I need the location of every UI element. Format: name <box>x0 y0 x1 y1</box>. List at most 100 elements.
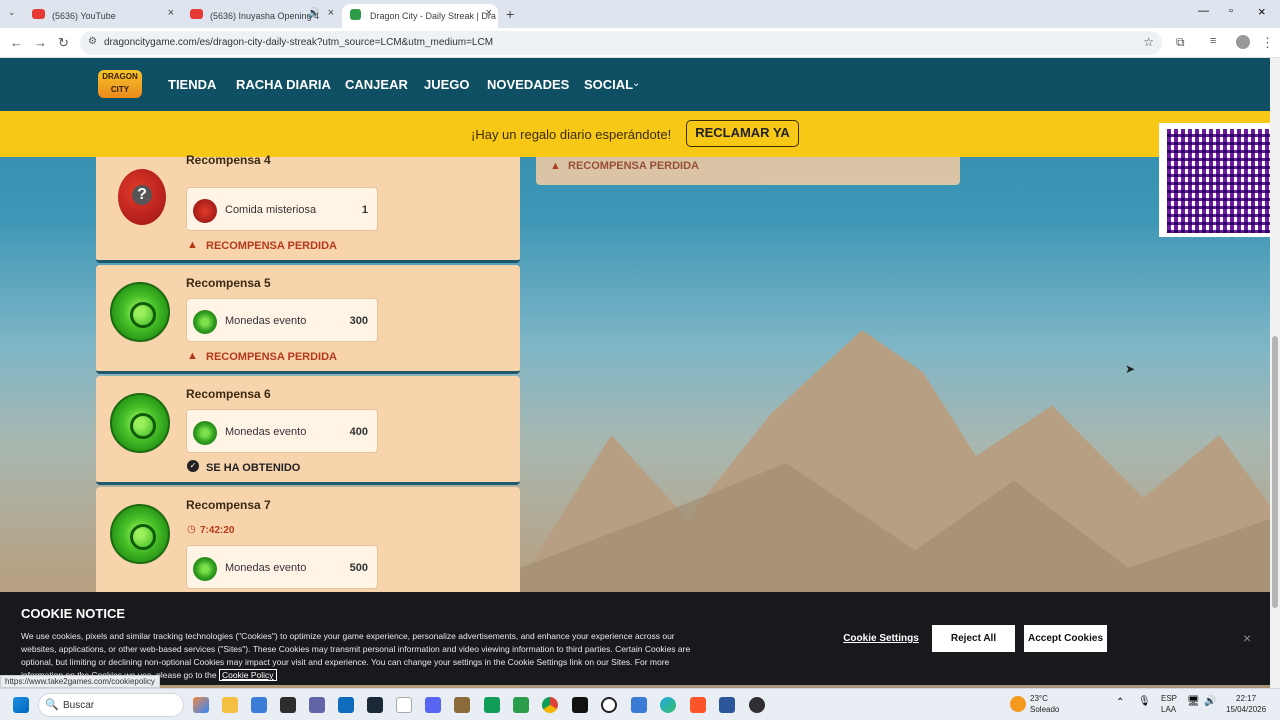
microphone-icon[interactable]: 🎙 <box>1138 696 1151 707</box>
reward-item-qty: 300 <box>349 315 368 327</box>
reward-title: Recompensa 4 <box>186 153 271 167</box>
obs-icon[interactable] <box>749 697 765 713</box>
gamepass-icon[interactable] <box>513 697 529 713</box>
clock-date[interactable]: 15/04/2026 <box>1226 705 1266 714</box>
reject-all-button[interactable]: Reject All <box>932 625 1015 652</box>
reward-title: Recompensa 5 <box>186 276 271 290</box>
windows-taskbar: 🔍 Buscar 23°C Soleado ⌃ 🎙 ESP LAA 🖥 🔊 22… <box>0 688 1280 720</box>
reward-card-7: Recompensa 7 ◷ 7:42:20 Monedas evento 50… <box>96 487 520 607</box>
site-nav: DRAGON CITY TIENDA RACHA DIARIA CANJEAR … <box>0 58 1270 111</box>
weather-icon[interactable] <box>1010 696 1026 712</box>
close-icon[interactable]: × <box>486 7 492 19</box>
nav-tienda[interactable]: TIENDA <box>168 77 216 92</box>
audio-icon[interactable]: 🔊 <box>308 8 320 19</box>
url-text: dragoncitygame.com/es/dragon-city-daily-… <box>104 37 494 48</box>
accept-cookies-button[interactable]: Accept Cookies <box>1024 625 1107 652</box>
reward-item: Comida misteriosa 1 <box>186 187 378 231</box>
new-tab-button[interactable]: + <box>506 6 514 22</box>
reward-title: Recompensa 6 <box>186 387 271 401</box>
address-bar-row: ← → ↻ ⚙ dragoncitygame.com/es/dragon-cit… <box>0 28 1280 58</box>
back-icon[interactable]: ← <box>10 35 23 50</box>
menu-icon[interactable]: ⋮ <box>1261 35 1274 51</box>
event-coin-image <box>110 393 170 453</box>
weather-temp[interactable]: 23°C <box>1030 694 1048 703</box>
chevron-up-icon[interactable]: ⌃ <box>1116 697 1124 708</box>
cookie-policy-link[interactable]: Cookie Policy <box>219 669 277 681</box>
chevron-down-icon[interactable]: ⌄ <box>632 78 640 89</box>
game-icon[interactable] <box>454 697 470 713</box>
reward-card-6: Recompensa 6 Monedas evento 400 ✓ SE HA … <box>96 376 520 485</box>
reward-card-right: ▲ RECOMPENSA PERDIDA <box>536 157 960 185</box>
tab-list-chevron-icon[interactable]: ⌄ <box>8 7 16 18</box>
nav-novedades[interactable]: NOVEDADES <box>487 77 569 92</box>
nav-juego[interactable]: JUEGO <box>424 77 470 92</box>
chatgpt-icon[interactable] <box>601 697 617 713</box>
copilot-icon[interactable] <box>193 697 209 713</box>
close-icon[interactable]: × <box>328 7 334 19</box>
close-window-icon[interactable]: × <box>1258 4 1266 19</box>
volume-icon[interactable]: 🔊 <box>1204 696 1216 707</box>
store-icon[interactable] <box>251 697 267 713</box>
reward-card-4: Recompensa 4 Comida misteriosa 1 ▲ RECOM… <box>96 153 520 263</box>
cookie-settings-button[interactable]: Cookie Settings <box>843 625 919 652</box>
chrome-icon[interactable] <box>542 697 558 713</box>
bookmark-star-icon[interactable]: ☆ <box>1143 35 1154 49</box>
reload-icon[interactable]: ↻ <box>58 35 69 51</box>
event-coin-image <box>110 504 170 564</box>
steam-icon[interactable] <box>367 697 383 713</box>
warning-icon: ▲ <box>550 160 561 172</box>
event-coin-icon <box>193 310 217 334</box>
brave-icon[interactable] <box>690 697 706 713</box>
close-icon[interactable]: × <box>1243 630 1251 646</box>
lang-2[interactable]: LAA <box>1161 705 1176 714</box>
event-coin-image <box>110 282 170 342</box>
scrollbar[interactable] <box>1270 58 1280 688</box>
url-field[interactable]: ⚙ dragoncitygame.com/es/dragon-city-dail… <box>80 31 1162 55</box>
forward-icon[interactable]: → <box>34 35 47 50</box>
media-controls-icon[interactable]: ≡ <box>1210 35 1216 47</box>
cookie-notice: COOKIE NOTICE We use cookies, pixels and… <box>0 592 1270 685</box>
nav-canjear[interactable]: CANJEAR <box>345 77 408 92</box>
epic-games-icon[interactable] <box>280 697 296 713</box>
scrollbar-thumb[interactable] <box>1272 336 1278 608</box>
sheets-icon[interactable] <box>484 697 500 713</box>
youtube-icon <box>190 9 203 19</box>
minimize-icon[interactable]: — <box>1198 5 1209 17</box>
clock-time[interactable]: 22:17 <box>1236 694 1256 703</box>
app-icon[interactable] <box>631 697 647 713</box>
banner-message: ¡Hay un regalo diario esperándote! <box>471 127 672 142</box>
cookie-body: We use cookies, pixels and similar track… <box>21 631 691 680</box>
tab-dragon-city[interactable]: Dragon City - Daily Streak | Dra × <box>342 4 498 28</box>
taskbar-search[interactable]: 🔍 Buscar <box>38 693 184 717</box>
capcut-icon[interactable] <box>572 697 588 713</box>
nav-racha-diaria[interactable]: RACHA DIARIA <box>236 77 331 92</box>
event-coin-icon <box>193 421 217 445</box>
tab-youtube[interactable]: (5636) YouTube × <box>24 4 180 28</box>
browser-tab-bar: ⌄ (5636) YouTube × (5636) Inuyasha Openi… <box>0 0 1280 28</box>
lang-1[interactable]: ESP <box>1161 694 1177 703</box>
extensions-icon[interactable]: ⧉ <box>1176 35 1185 50</box>
edge-icon[interactable] <box>660 697 676 713</box>
qr-code-pattern <box>1167 129 1271 233</box>
close-icon[interactable]: × <box>168 7 174 19</box>
profile-avatar-icon[interactable] <box>1236 35 1250 49</box>
reward-item: Monedas evento 300 <box>186 298 378 342</box>
site-info-icon[interactable]: ⚙ <box>88 36 97 47</box>
dragon-city-logo[interactable]: DRAGON CITY <box>98 70 142 98</box>
weather-desc[interactable]: Soleado <box>1030 705 1059 714</box>
tab-title: Dragon City - Daily Streak | Dra <box>370 11 496 21</box>
nav-social[interactable]: SOCIAL <box>584 77 633 92</box>
word-icon[interactable] <box>719 697 735 713</box>
teams-icon[interactable] <box>309 697 325 713</box>
network-icon[interactable]: 🖥 <box>1187 696 1200 707</box>
maximize-icon[interactable]: ▫ <box>1229 5 1233 17</box>
notepad-icon[interactable] <box>396 697 412 713</box>
clock-icon: ◷ <box>187 524 196 535</box>
search-placeholder: Buscar <box>63 700 95 711</box>
tab-inuyasha[interactable]: (5636) Inuyasha Opening 4 🔊 × <box>182 4 340 28</box>
file-explorer-icon[interactable] <box>222 697 238 713</box>
outlook-icon[interactable] <box>338 697 354 713</box>
discord-icon[interactable] <box>425 697 441 713</box>
windows-start-icon[interactable] <box>13 697 29 713</box>
claim-button[interactable]: RECLAMAR YA <box>686 120 799 147</box>
